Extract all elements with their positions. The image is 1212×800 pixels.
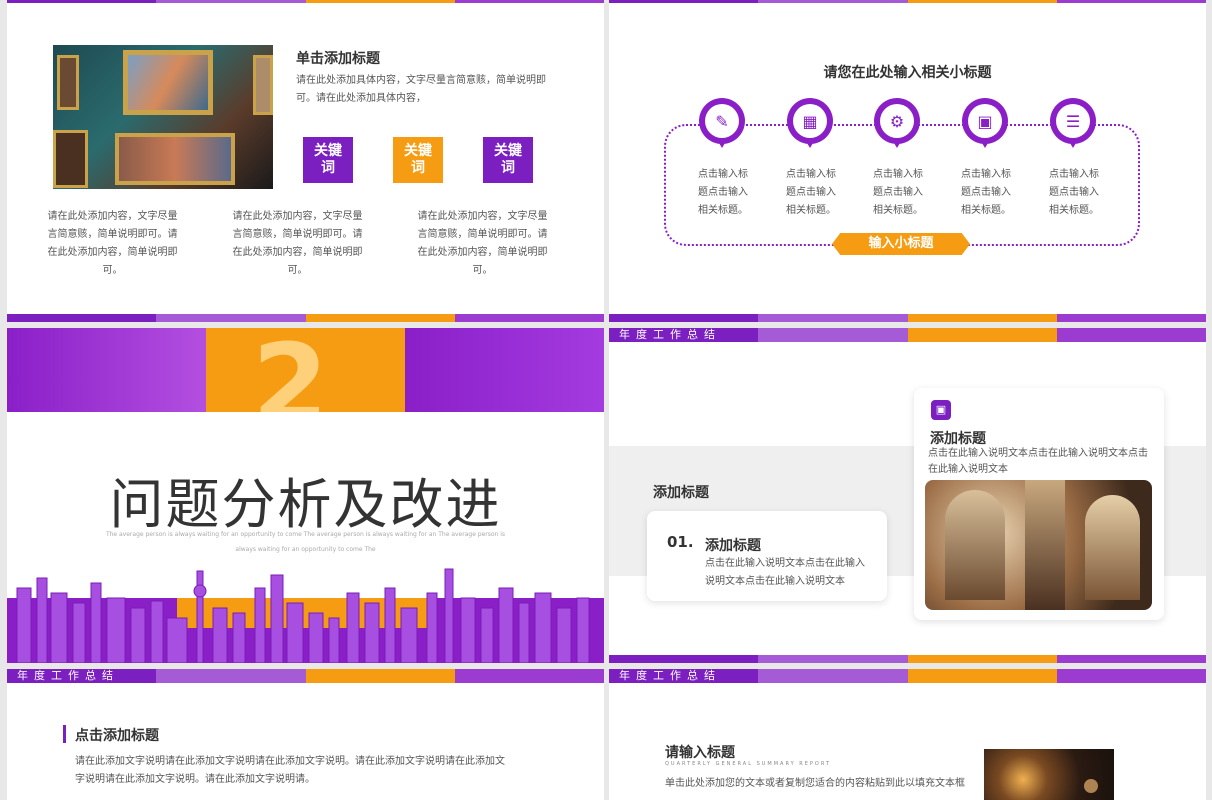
step-marker-4: ▣: [962, 98, 1008, 148]
calendar-icon: ▦: [793, 104, 827, 138]
keyword-label: 关键 词: [404, 143, 432, 176]
slide-title: 请您在此处输入相关小标题: [823, 65, 992, 81]
sparkler-photo: [984, 749, 1114, 800]
step-marker-3: ⚙: [874, 98, 920, 148]
card-title: 添加标题: [705, 538, 761, 554]
cover-band: 2: [7, 328, 604, 412]
slide-cards[interactable]: 年度工作总结 添加标题 01. 添加标题 点击在此输入说明文本点击在此输入说明文…: [609, 328, 1206, 663]
slide-process[interactable]: 请您在此处输入相关小标题 ✎ ▦ ⚙ ▣ ☰ 点击输入标题点击输入相关标题。 点…: [609, 0, 1206, 322]
edit-icon: ✎: [705, 104, 739, 138]
step-marker-5: ☰: [1050, 98, 1096, 148]
section-heading: 添加标题: [653, 485, 709, 501]
keyword-label: 关键 词: [494, 143, 522, 176]
slide-body: 请在此添加文字说明请在此添加文字说明请在此添加文字说明。请在此添加文字说明请在此…: [75, 756, 505, 785]
list-icon: ☰: [1056, 104, 1090, 138]
slide-title: 点击添加标题: [75, 728, 159, 744]
card-number: 01.: [667, 533, 694, 551]
step-text-4: 点击输入标题点击输入相关标题。: [961, 169, 1011, 216]
section-title: 问题分析及改进: [109, 473, 502, 536]
slide-body: 请在此处添加具体内容，文字尽量言简意赅，简单说明即可。请在此处添加具体内容，: [296, 75, 546, 104]
city-skyline: [7, 568, 604, 663]
section-subtitle-2: always waiting for an opportunity to com…: [235, 546, 376, 553]
column-text-2: 请在此处添加内容，文字尽量言简意赅，简单说明即可。请在此处添加内容，简单说明即可…: [232, 211, 363, 276]
card-title: 添加标题: [930, 431, 986, 447]
card-text: 点击在此输入说明文本点击在此输入说明文本点击在此输入说明文本: [705, 558, 865, 587]
slide-section-cover[interactable]: 2 问题分析及改进 The average person is always w…: [7, 328, 604, 663]
step-text-3: 点击输入标题点击输入相关标题。: [873, 169, 923, 216]
keyword-box-1[interactable]: 关键 词: [303, 137, 353, 183]
slide-text[interactable]: 年度工作总结 点击添加标题 请在此添加文字说明请在此添加文字说明请在此添加文字说…: [7, 669, 604, 800]
image-icon: ▣: [931, 400, 951, 420]
column-text-1: 请在此处添加内容，文字尽量言简意赅，简单说明即可。请在此处添加内容，简单说明即可…: [47, 211, 178, 276]
cathedral-photo: [925, 480, 1152, 610]
image-icon: ▣: [968, 104, 1002, 138]
header-label: 年度工作总结: [17, 669, 119, 682]
title-accent-bar: [63, 725, 66, 743]
slide-subtitle: QUARTERLY GENERAL SUMMARY REPORT: [665, 761, 832, 767]
step-text-5: 点击输入标题点击输入相关标题。: [1049, 169, 1099, 216]
slide-keywords[interactable]: 单击添加标题 请在此处添加具体内容，文字尽量言简意赅，简单说明即可。请在此处添加…: [7, 0, 604, 322]
keyword-box-2[interactable]: 关键 词: [393, 137, 443, 183]
step-marker-1: ✎: [699, 98, 745, 148]
column-text-3: 请在此处添加内容，文字尽量言简意赅，简单说明即可。请在此处添加内容，简单说明即可…: [417, 211, 548, 276]
step-text-2: 点击输入标题点击输入相关标题。: [786, 169, 836, 216]
slide-title: 请输入标题: [665, 745, 735, 761]
step-text-1: 点击输入标题点击输入相关标题。: [698, 169, 748, 216]
section-number: 2: [252, 328, 329, 412]
subtitle-banner[interactable]: 输入小标题: [832, 233, 970, 255]
gallery-photo: [53, 45, 273, 189]
keyword-box-3[interactable]: 关键 词: [483, 137, 533, 183]
slide-title: 单击添加标题: [296, 51, 380, 67]
image-card[interactable]: ▣ 添加标题 点击在此输入说明文本点击在此输入说明文本点击在此输入说明文本: [914, 388, 1164, 620]
header-label: 年度工作总结: [619, 328, 721, 341]
step-marker-2: ▦: [787, 98, 833, 148]
flowchart-icon: ⚙: [880, 104, 914, 138]
info-card[interactable]: 01. 添加标题 点击在此输入说明文本点击在此输入说明文本点击在此输入说明文本: [647, 511, 887, 601]
keyword-label: 关键 词: [314, 143, 342, 176]
slide-body: 单击此处添加您的文本或者复制您适合的内容粘贴到此以填充文本框: [665, 778, 965, 789]
slide-report[interactable]: 年度工作总结 请输入标题 QUARTERLY GENERAL SUMMARY R…: [609, 669, 1206, 800]
card-text: 点击在此输入说明文本点击在此输入说明文本点击在此输入说明文本: [928, 448, 1148, 475]
section-subtitle-1: The average person is always waiting for…: [105, 531, 506, 538]
header-label: 年度工作总结: [619, 669, 721, 682]
